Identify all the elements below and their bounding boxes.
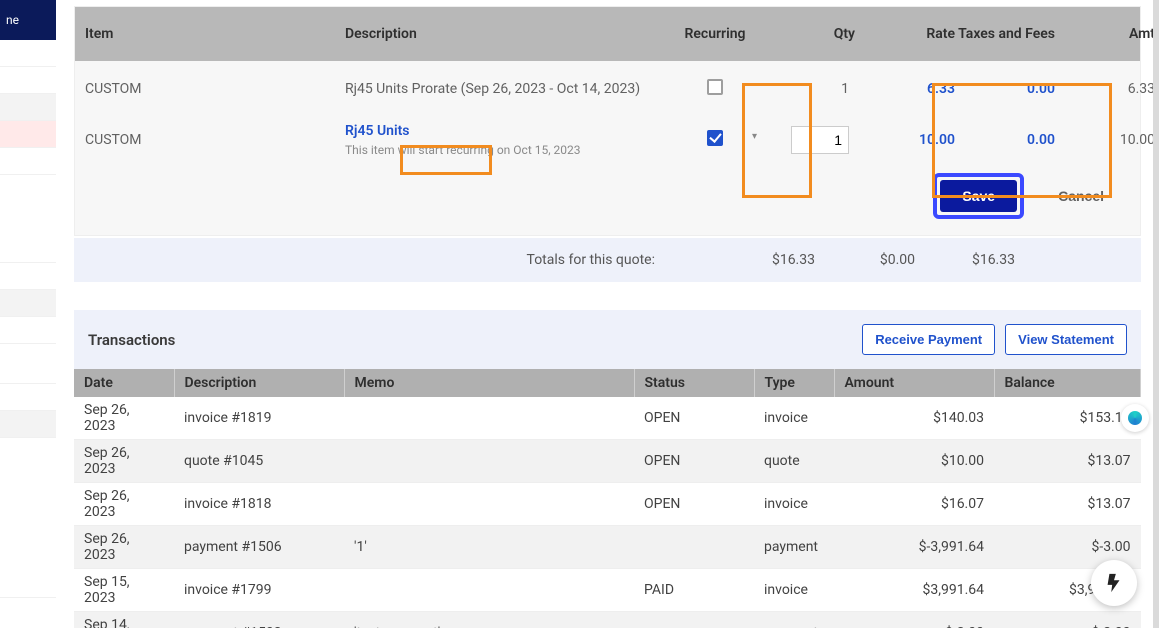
t-status [634,526,754,569]
col-qty: Qty [775,26,855,42]
transaction-row[interactable]: Sep 15, 2023invoice #1799 PAIDinvoice$3,9… [74,569,1141,612]
t-balance: $153.10 [994,397,1141,440]
t-date: Sep 15, 2023 [74,569,174,612]
item-type: CUSTOM [85,132,345,148]
left-sidebar-sliver: ne [0,0,56,628]
quote-totals-bar: Totals for this quote: $16.33 $0.00 $16.… [74,238,1141,282]
nav-active-item[interactable]: ne [0,0,56,40]
totals-grand: $16.33 [915,252,1015,268]
totals-tax: $0.00 [815,252,915,268]
transaction-row[interactable]: Sep 26, 2023quote #1045 OPENquote$10.00$1… [74,440,1141,483]
t-date: Sep 26, 2023 [74,397,174,440]
col-item: Item [85,26,345,42]
t-date: Sep 26, 2023 [74,526,174,569]
recurring-checkbox[interactable] [707,130,723,146]
tax-value[interactable]: 0.00 [955,81,1055,97]
save-button[interactable]: Save [940,180,1017,212]
view-statement-button[interactable]: View Statement [1005,324,1127,355]
item-description: Rj45 Units Prorate (Sep 26, 2023 - Oct 1… [345,81,655,97]
t-date: Sep 26, 2023 [74,440,174,483]
t-type: payment [754,526,834,569]
tcol-memo[interactable]: Memo [344,369,634,397]
t-amount: $10.00 [834,440,994,483]
t-amount: $-3.00 [834,612,994,628]
t-memo: '1' [344,526,634,569]
tcol-date[interactable]: Date [74,369,174,397]
transaction-row[interactable]: Sep 26, 2023invoice #1819 OPENinvoice$140… [74,397,1141,440]
t-type: invoice [754,483,834,526]
transaction-row[interactable]: Sep 26, 2023invoice #1818 OPENinvoice$16.… [74,483,1141,526]
cancel-button[interactable]: Cancel [1036,180,1126,212]
totals-label: Totals for this quote: [90,252,695,268]
t-desc: quote #1045 [174,440,344,483]
t-amount: $-3,991.64 [834,526,994,569]
bolt-icon [1103,572,1125,594]
t-status: OPEN [634,440,754,483]
transaction-row[interactable]: Sep 26, 2023payment #1506'1' payment$-3,9… [74,526,1141,569]
t-balance: $-3.00 [994,612,1141,628]
t-desc: invoice #1819 [174,397,344,440]
tcol-balance[interactable]: Balance [994,369,1141,397]
item-sub-note: This item will start recurring on Oct 15… [345,143,655,157]
t-balance: $13.07 [994,483,1141,526]
rate-value[interactable]: 6.33 [855,81,955,97]
transactions-header: Transactions Receive Payment View Statem… [74,310,1141,369]
t-date: Sep 14, 2023 [74,612,174,628]
tcol-amount[interactable]: Amount [834,369,994,397]
transactions-title: Transactions [88,331,175,349]
col-rate: Rate [855,26,955,42]
recurring-checkbox[interactable] [707,79,723,95]
tcol-type[interactable]: Type [754,369,834,397]
t-type: invoice [754,569,834,612]
quote-row: CUSTOMRj45 Units Prorate (Sep 26, 2023 -… [75,61,1140,105]
qty-input[interactable] [791,126,849,154]
t-desc: invoice #1818 [174,483,344,526]
item-description[interactable]: Rj45 UnitsThis item will start recurring… [345,123,655,157]
t-memo [344,569,634,612]
receive-payment-button[interactable]: Receive Payment [862,324,995,355]
t-memo [344,397,634,440]
quote-row: CUSTOMRj45 UnitsThis item will start rec… [75,105,1140,163]
item-type: CUSTOM [85,81,345,97]
help-chat-bubble[interactable] [1121,404,1149,432]
floating-action-button[interactable] [1091,560,1137,606]
t-balance: $13.07 [994,440,1141,483]
col-amt: Amt [1055,26,1155,42]
t-memo [344,440,634,483]
t-type: quote [754,440,834,483]
tcol-status[interactable]: Status [634,369,754,397]
quote-items-header-row: Item Description Recurring Qty Rate Taxe… [75,7,1140,61]
t-desc: invoice #1799 [174,569,344,612]
col-taxes-fees: Taxes and Fees [955,26,1055,43]
t-memo [344,483,634,526]
t-type: payment [754,612,834,628]
transactions-table: Date Description Memo Status Type Amount… [74,369,1141,628]
t-status [634,612,754,628]
save-button-highlight: Save [933,173,1024,219]
t-desc: payment #1502 [174,612,344,628]
t-amount: $140.03 [834,397,994,440]
chevron-down-icon[interactable]: ▾ [752,131,757,142]
t-status: PAID [634,569,754,612]
t-desc: payment #1506 [174,526,344,569]
t-status: OPEN [634,483,754,526]
quote-items-card: Item Description Recurring Qty Rate Taxe… [74,6,1141,236]
t-type: invoice [754,397,834,440]
t-status: OPEN [634,397,754,440]
tcol-description[interactable]: Description [174,369,344,397]
t-amount: $3,991.64 [834,569,994,612]
col-recurring: Recurring [655,26,775,42]
amt-value: 10.00 [1055,132,1155,148]
transaction-row[interactable]: Sep 14, 2023payment #1502'test payment' p… [74,612,1141,628]
totals-subtotal: $16.33 [695,252,815,268]
t-amount: $16.07 [834,483,994,526]
rate-value[interactable]: 10.00 [855,132,955,148]
t-memo: 'test payment' [344,612,634,628]
col-description: Description [345,26,655,42]
amt-value: 6.33 [1055,81,1155,97]
t-date: Sep 26, 2023 [74,483,174,526]
scrollbar[interactable] [1153,0,1159,628]
chat-icon [1128,411,1142,425]
tax-value[interactable]: 0.00 [955,132,1055,148]
